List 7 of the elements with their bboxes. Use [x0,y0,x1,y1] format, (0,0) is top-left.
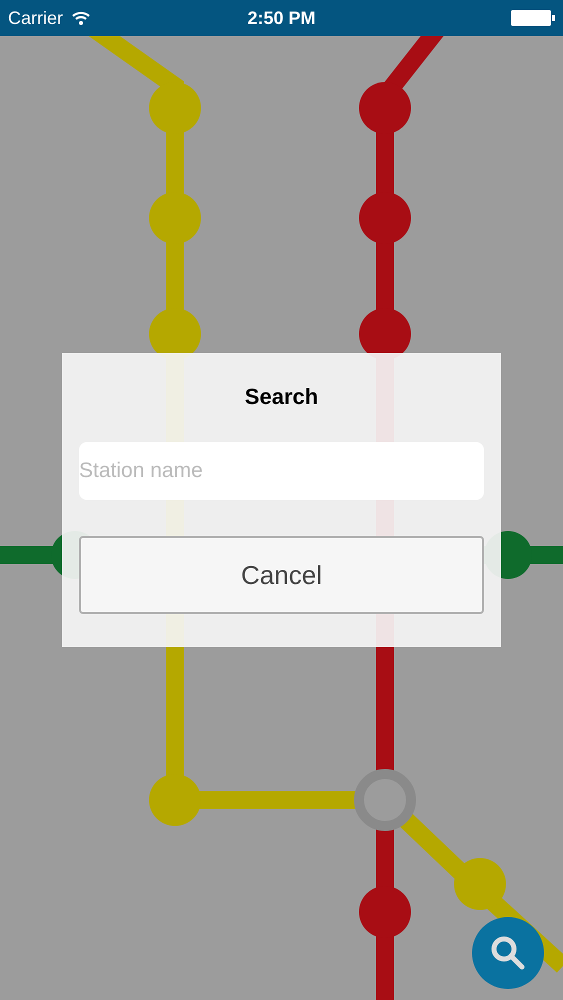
dialog-title: Search [244,383,318,411]
station-name-field[interactable]: Station name [79,442,484,500]
cancel-button[interactable]: Cancel [79,536,484,614]
time-label: 2:50 PM [247,6,316,30]
battery-icon [511,10,555,26]
wifi-icon [71,10,92,26]
carrier-label: Carrier [8,6,64,30]
